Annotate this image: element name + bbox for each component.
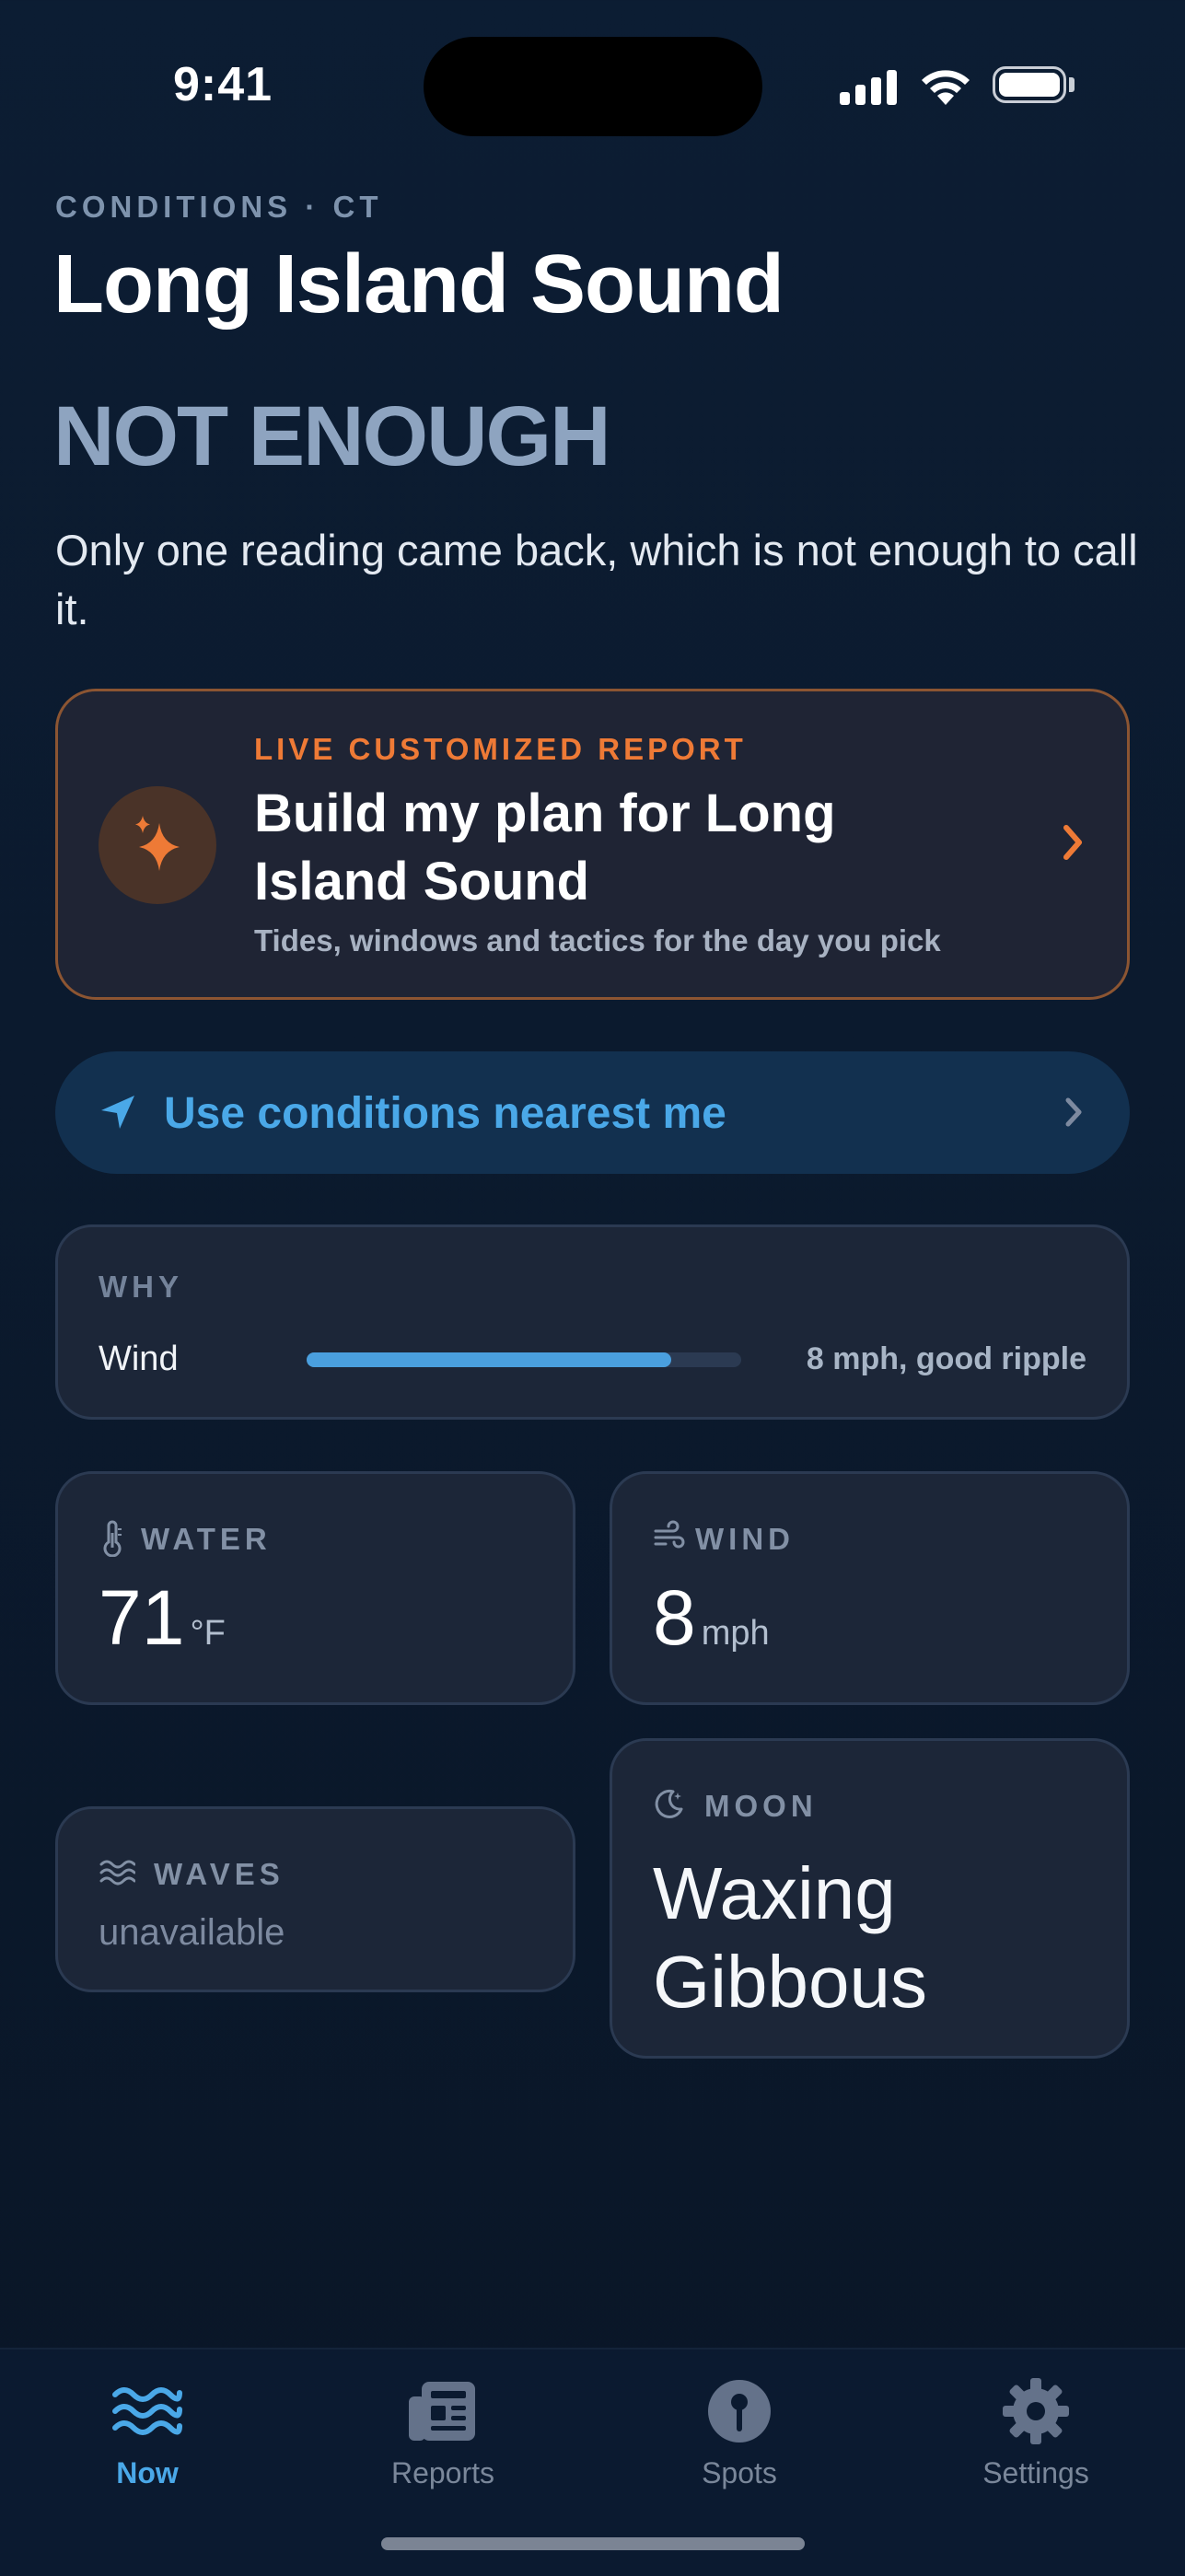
region-eyebrow: CONDITIONS · CT [55, 190, 383, 224]
why-factor-bar [307, 1352, 672, 1367]
wifi-icon [922, 70, 970, 105]
verdict-explanation: Only one reading came back, which is not… [55, 526, 1138, 633]
tab-settings-label: Settings [982, 2456, 1089, 2489]
dynamic-island [424, 37, 762, 136]
why-factor-name: Wind [99, 1340, 179, 1378]
report-icon-badge [99, 786, 216, 904]
moon-label: MOON [704, 1789, 818, 1823]
why-panel: WHY Wind 8 mph, good ripple [55, 1224, 1130, 1420]
live-report-card[interactable]: LIVE CUSTOMIZED REPORT Build my plan for… [55, 689, 1130, 1000]
newspaper-icon [409, 2382, 475, 2441]
waves-label: WAVES [154, 1857, 285, 1891]
water-value: 71 °F [99, 1573, 226, 1663]
waves-icon [99, 1860, 135, 1886]
page-title: Long Island Sound [53, 238, 784, 331]
pin-icon [708, 2380, 771, 2443]
moon-stat-card: MOON Waxing Gibbous [610, 1738, 1130, 2059]
why-factor-track [307, 1352, 741, 1367]
wind-value: 8 mph [653, 1573, 770, 1663]
water-stat-card: WATER 71 °F [55, 1471, 575, 1705]
water-label: WATER [141, 1522, 272, 1556]
wind-stat-card: WIND 8 mph [610, 1471, 1130, 1705]
water-temperature: 71 [99, 1574, 185, 1661]
use-nearest-conditions-button[interactable]: Use conditions nearest me [55, 1051, 1130, 1174]
waves-value: unavailable [99, 1912, 285, 1953]
why-label: WHY [99, 1270, 183, 1304]
status-time: 9:41 [173, 58, 273, 111]
tab-now[interactable]: Now [37, 2370, 258, 2490]
waves-icon [112, 2387, 182, 2435]
verdict-heading: NOT ENOUGH [53, 389, 611, 483]
wind-unit: mph [701, 1614, 770, 1653]
tab-reports-label: Reports [390, 2456, 495, 2489]
use-nearest-conditions-label: Use conditions nearest me [164, 1089, 726, 1138]
sparkle-icon [135, 816, 180, 871]
wind-label: WIND [695, 1522, 795, 1556]
chevron-right-icon [1065, 1097, 1082, 1127]
battery-icon [993, 66, 1066, 103]
tab-settings[interactable]: Settings [925, 2370, 1146, 2490]
gear-icon [1003, 2378, 1069, 2444]
wind-speed: 8 [653, 1574, 696, 1661]
tab-spots[interactable]: Spots [629, 2370, 850, 2490]
tab-reports[interactable]: Reports [332, 2370, 553, 2490]
water-unit: °F [190, 1614, 226, 1653]
report-eyebrow: LIVE CUSTOMIZED REPORT [254, 732, 747, 766]
waves-stat-card: WAVES unavailable [55, 1806, 575, 1992]
why-factor-value: 8 mph, good ripple [806, 1341, 1086, 1376]
status-bar: 9:41 [0, 0, 1185, 175]
home-indicator[interactable] [381, 2537, 805, 2550]
report-title: Build my plan for Long Island Sound [254, 783, 836, 911]
moon-phase: Waxing Gibbous [653, 1852, 927, 2023]
moon-icon [655, 1789, 683, 1818]
tab-now-label: Now [116, 2456, 179, 2489]
battery-cap [1069, 77, 1075, 92]
report-subtitle: Tides, windows and tactics for the day y… [254, 923, 941, 957]
chevron-right-icon [1063, 825, 1082, 860]
location-arrow-icon [101, 1096, 134, 1129]
cellular-signal-icon [840, 68, 897, 105]
thermometer-icon [103, 1520, 122, 1557]
tab-spots-label: Spots [702, 2456, 777, 2489]
wind-icon [654, 1520, 685, 1549]
